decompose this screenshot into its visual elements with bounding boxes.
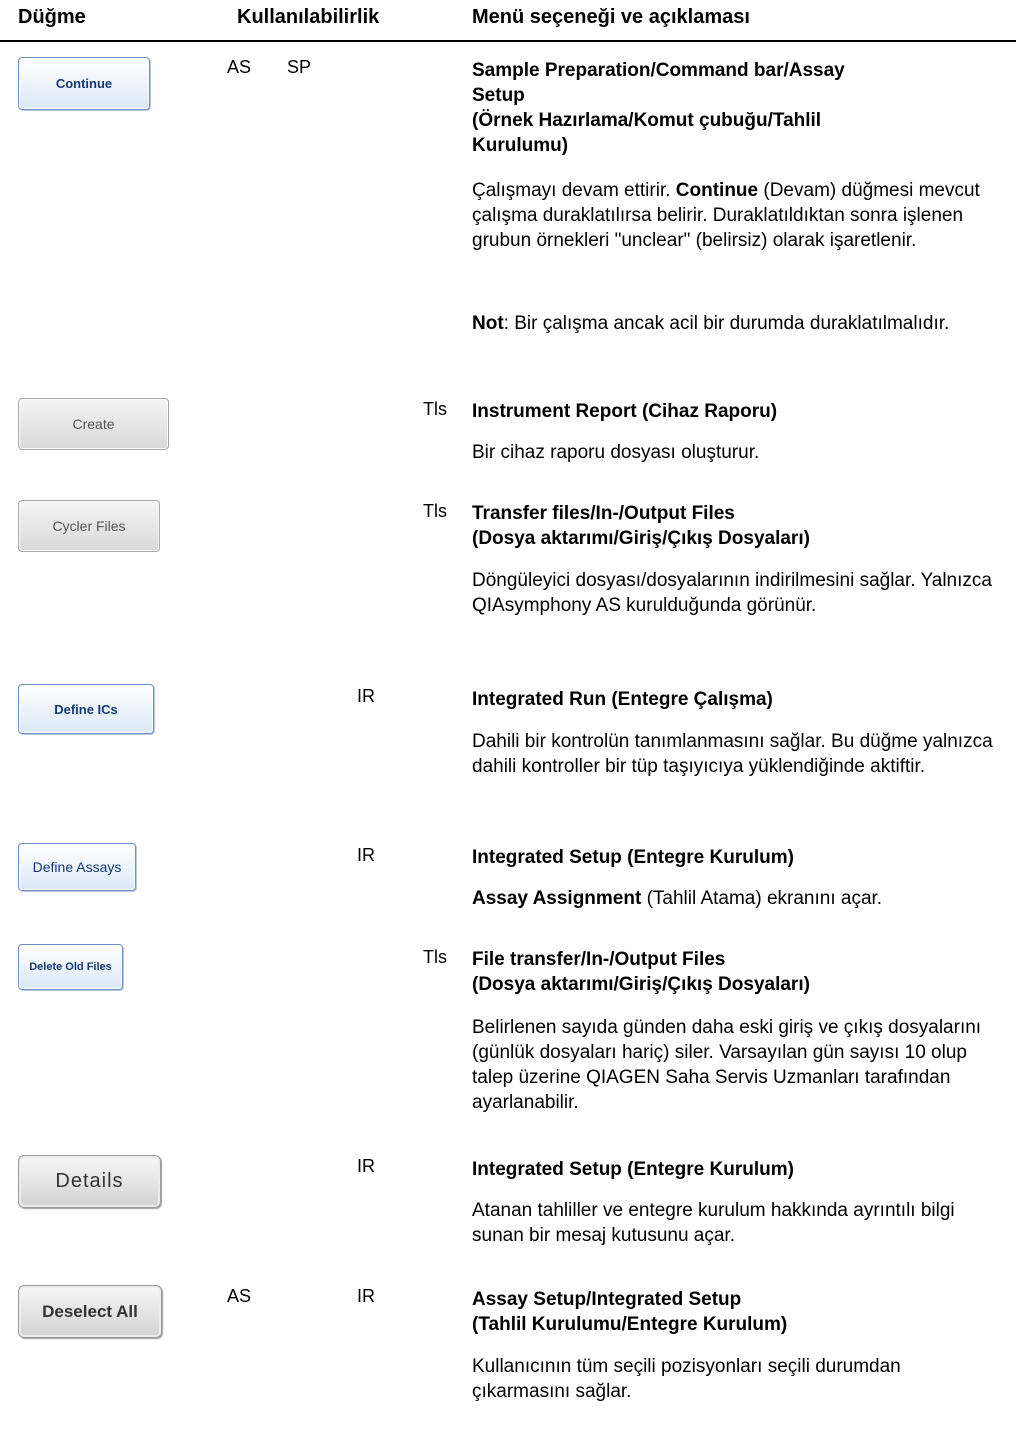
availability-ir: IR (357, 1286, 375, 1306)
row-description: Dahili bir kontrolün tanımlanmasını sağl… (472, 731, 993, 777)
availability-as: AS (227, 57, 252, 77)
details-button[interactable]: Details (18, 1155, 161, 1208)
row-title: Integrated Setup (Entegre Kurulum) (472, 1159, 794, 1180)
cycler-files-button[interactable]: Cycler Files (18, 500, 160, 552)
availability-sp: SP (287, 57, 312, 77)
availability-ir: IR (357, 686, 375, 706)
availability-ir: IR (357, 845, 375, 865)
availability-tls: Tls (423, 947, 447, 967)
availability-ir: IR (357, 1156, 375, 1176)
row-title: Integrated Run (Entegre Çalışma) (472, 689, 773, 710)
row-title: Instrument Report (Cihaz Raporu) (472, 401, 778, 422)
row-description: Atanan tahliller ve entegre kurulum hakk… (472, 1200, 955, 1246)
availability-tls: Tls (423, 501, 447, 521)
row-description: Assay Assignment (Tahlil Atama) ekranını… (472, 888, 883, 909)
deselect-all-button[interactable]: Deselect All (18, 1285, 162, 1338)
continue-button[interactable]: Continue (18, 57, 150, 110)
column-header-button: Düğme (18, 6, 86, 28)
column-header-availability: Kullanılabilirlik (237, 6, 380, 28)
column-header-menu: Menü seçeneği ve açıklaması (472, 6, 750, 28)
row-title: File transfer/In-/Output Files (Dosya ak… (472, 949, 810, 995)
define-assays-button[interactable]: Define Assays (18, 843, 136, 891)
row-title: Transfer files/In-/Output Files (Dosya a… (472, 503, 810, 549)
define-ics-button[interactable]: Define ICs (18, 684, 154, 734)
availability-tls: Tls (423, 399, 447, 419)
row-description: Çalışmayı devam ettirir. Continue (Devam… (472, 180, 980, 251)
row-title: Assay Setup/Integrated Setup (Tahlil Kur… (472, 1289, 788, 1335)
row-note: Not: Bir çalışma ancak acil bir durumda … (472, 313, 950, 334)
header-rule (0, 40, 1016, 42)
row-description: Bir cihaz raporu dosyası oluşturur. (472, 442, 760, 463)
row-title: Integrated Setup (Entegre Kurulum) (472, 847, 794, 868)
table-header: Düğme Kullanılabilirlik Menü seçeneği ve… (0, 0, 1016, 42)
create-button[interactable]: Create (18, 398, 169, 450)
row-title: Sample Preparation/Command bar/Assay Set… (472, 60, 845, 156)
availability-as: AS (227, 1286, 252, 1306)
row-description: Kullanıcının tüm seçili pozisyonları seç… (472, 1356, 901, 1402)
delete-old-files-button[interactable]: Delete Old Files (18, 944, 123, 990)
row-description: Belirlenen sayıda günden daha eski giriş… (472, 1017, 982, 1113)
row-description: Döngüleyici dosyası/dosyalarının indiril… (472, 570, 992, 616)
